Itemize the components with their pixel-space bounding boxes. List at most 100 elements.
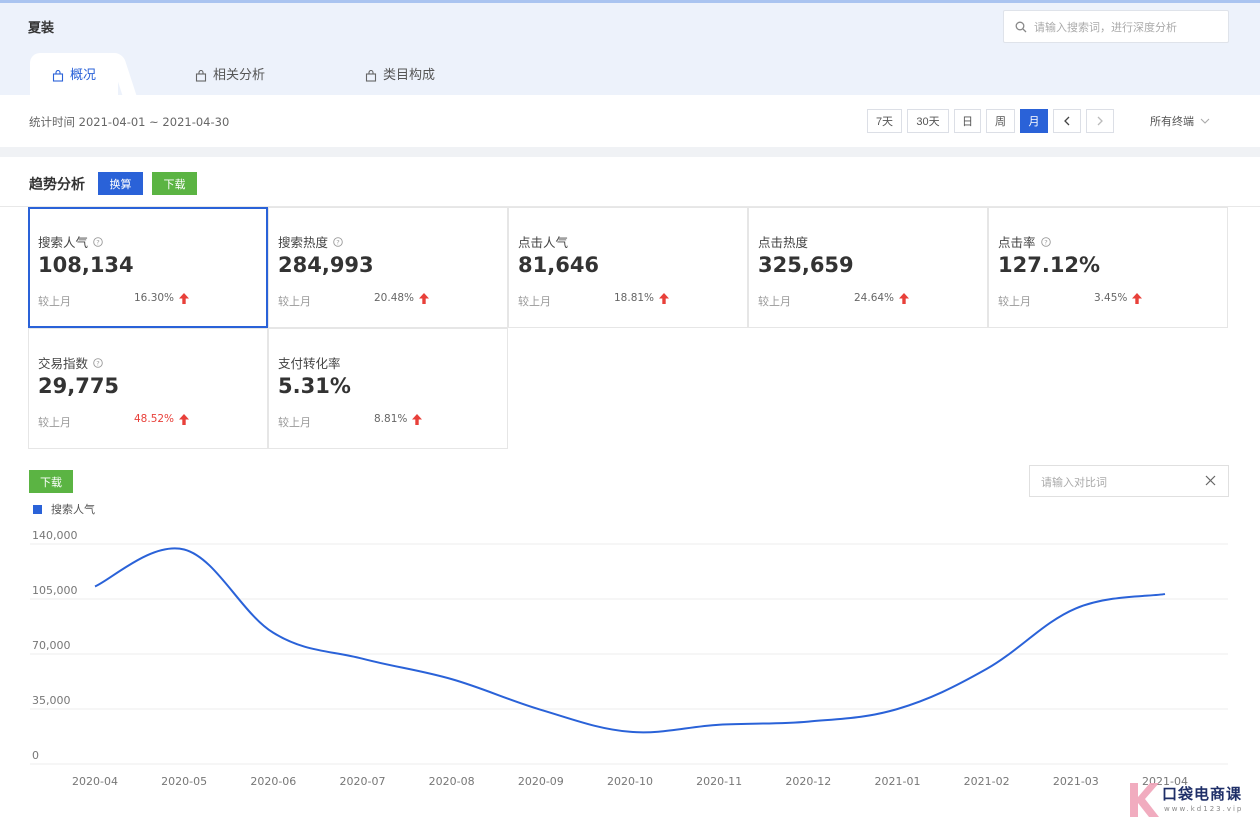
x-tick-label: 2020-08 [429, 775, 475, 788]
bag-icon [195, 69, 207, 82]
x-tick-label: 2020-12 [785, 775, 831, 788]
y-tick-label: 140,000 [32, 529, 78, 542]
trend-title: 趋势分析 [29, 177, 85, 193]
close-icon[interactable] [1205, 475, 1216, 486]
help-icon[interactable]: ? [333, 236, 343, 247]
y-tick-label: 35,000 [32, 694, 71, 707]
x-tick-label: 2020-09 [518, 775, 564, 788]
metric-compare-label: 较上月 [998, 295, 1031, 308]
series-line-search-popularity [94, 547, 1166, 734]
download-button[interactable]: 下载 [152, 172, 197, 195]
next-period-button[interactable] [1086, 109, 1114, 133]
x-tick-label: 2020-07 [340, 775, 386, 788]
metric-value: 5.31% [278, 374, 351, 398]
help-icon[interactable]: ? [93, 236, 103, 247]
arrow-up-icon [899, 292, 910, 304]
legend-swatch [33, 504, 42, 514]
metric-change: 8.81% [374, 413, 423, 425]
terminal-select[interactable]: 所有终端 [1150, 113, 1210, 129]
metric-label: 点击率? [998, 232, 1051, 251]
tab-bar: 概况 相关分析 类目构成 [0, 53, 1260, 98]
metric-label: 搜索人气? [38, 232, 103, 251]
metric-label: 搜索热度? [278, 232, 343, 251]
search-input[interactable] [1034, 17, 1219, 37]
svg-text:?: ? [336, 238, 339, 246]
period-30d-button[interactable]: 30天 [907, 109, 949, 133]
trend-chart: 140,000105,00070,00035,0000 2020-04 2020-… [30, 529, 1228, 788]
x-axis-ticks: 2020-04 2020-05 2020-06 2020-07 2020-08 2020-… [72, 775, 1188, 788]
arrow-up-icon [179, 292, 190, 304]
arrow-up-icon [1132, 292, 1143, 304]
section-separator [0, 147, 1260, 157]
metric-value: 325,659 [758, 253, 854, 277]
metric-card-search-heat[interactable]: 搜索热度? 284,993 较上月 20.48% [268, 207, 508, 328]
legend-label: 搜索人气 [51, 503, 95, 516]
compare-input[interactable] [1041, 473, 1191, 491]
metric-value: 284,993 [278, 253, 374, 277]
chart-legend[interactable]: 搜索人气 [33, 501, 95, 517]
stat-time: 统计时间 2021-04-01 ~ 2021-04-30 [29, 115, 230, 129]
metric-compare-label: 较上月 [38, 295, 71, 308]
search-box[interactable] [1003, 10, 1229, 43]
convert-button[interactable]: 换算 [98, 172, 143, 195]
metric-label: 点击人气 [518, 235, 569, 250]
metric-value: 81,646 [518, 253, 600, 277]
metric-compare-label: 较上月 [278, 416, 311, 429]
metric-label: 点击热度 [758, 235, 809, 250]
header: 夏装 概况 相关分析 类目构成 [0, 3, 1260, 98]
metric-compare-label: 较上月 [758, 295, 791, 308]
x-tick-label: 2020-11 [696, 775, 742, 788]
metric-value: 29,775 [38, 374, 120, 398]
metric-compare-label: 较上月 [38, 416, 71, 429]
metric-value: 127.12% [998, 253, 1101, 277]
watermark-url: www.kd123.vip [1164, 805, 1244, 813]
search-icon [1015, 21, 1027, 33]
metric-label: 支付转化率 [278, 356, 341, 371]
compare-box[interactable] [1029, 465, 1229, 497]
metric-compare-label: 较上月 [278, 295, 311, 308]
tab-related-analysis[interactable]: 相关分析 [195, 53, 265, 98]
chevron-down-icon [1200, 118, 1210, 124]
y-tick-label: 70,000 [32, 639, 71, 652]
svg-text:?: ? [1044, 238, 1047, 246]
tab-label: 概况 [70, 67, 97, 83]
x-tick-label: 2020-10 [607, 775, 653, 788]
tab-overview[interactable]: 概况 [30, 53, 119, 98]
metric-card-search-popularity[interactable]: 搜索人气? 108,134 较上月 16.30% [28, 207, 268, 328]
x-tick-label: 2021-02 [964, 775, 1010, 788]
logo-k-icon [1130, 783, 1159, 817]
tab-category-composition[interactable]: 类目构成 [365, 53, 435, 98]
prev-period-button[interactable] [1053, 109, 1081, 133]
chart-download-button[interactable]: 下载 [29, 470, 73, 493]
period-selector: 7天 30天 日 周 月 [867, 109, 1119, 133]
arrow-up-icon [419, 292, 430, 304]
svg-text:?: ? [96, 238, 99, 246]
metric-change: 3.45% [1094, 292, 1143, 304]
chevron-right-icon [1097, 116, 1103, 126]
svg-text:?: ? [96, 359, 99, 367]
period-week-button[interactable]: 周 [986, 109, 1015, 133]
metric-value: 108,134 [38, 253, 134, 277]
x-tick-label: 2020-06 [250, 775, 296, 788]
metric-card-click-heat[interactable]: 点击热度 325,659 较上月 24.64% [748, 207, 988, 328]
metric-change: 20.48% [374, 292, 430, 304]
x-tick-label: 2020-05 [161, 775, 207, 788]
metric-card-transaction-index[interactable]: 交易指数? 29,775 较上月 48.52% [28, 328, 268, 449]
terminal-label: 所有终端 [1150, 115, 1194, 128]
metric-card-payment-conversion[interactable]: 支付转化率 5.31% 较上月 8.81% [268, 328, 508, 449]
metric-card-click-popularity[interactable]: 点击人气 81,646 较上月 18.81% [508, 207, 748, 328]
arrow-up-icon [412, 413, 423, 425]
tab-label: 相关分析 [213, 67, 266, 83]
tab-label: 类目构成 [383, 67, 436, 83]
help-icon[interactable]: ? [93, 357, 103, 368]
period-month-button[interactable]: 月 [1020, 109, 1048, 133]
help-icon[interactable]: ? [1040, 236, 1051, 247]
x-tick-label: 2021-01 [875, 775, 921, 788]
category-title: 夏装 [28, 21, 55, 36]
y-axis-ticks: 140,000 105,000 70,000 35,000 0 [32, 529, 78, 762]
chevron-left-icon [1064, 116, 1070, 126]
metric-card-click-rate[interactable]: 点击率? 127.12% 较上月 3.45% [988, 207, 1228, 328]
period-7d-button[interactable]: 7天 [867, 109, 902, 133]
metric-compare-label: 较上月 [518, 295, 551, 308]
period-day-button[interactable]: 日 [954, 109, 981, 133]
